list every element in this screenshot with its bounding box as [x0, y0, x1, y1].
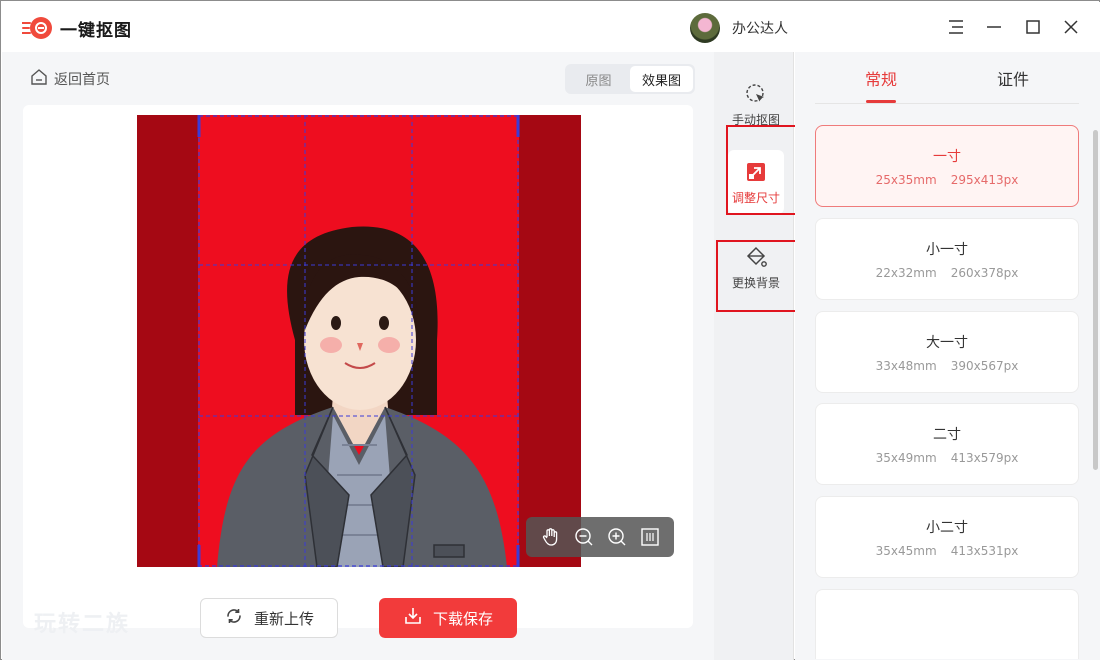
- hand-pan-icon[interactable]: [538, 524, 564, 550]
- size-px: 295x413px: [950, 172, 1019, 187]
- size-dims: 33x48mm 390x567px: [876, 359, 1019, 373]
- tab-regular[interactable]: 常规: [815, 52, 947, 103]
- size-dims: 35x49mm 413x579px: [876, 451, 1019, 465]
- size-panel: 常规 证件 一寸 25x35mm 295x413px 小一寸 22x32mm 2…: [795, 52, 1100, 660]
- menu-icon[interactable]: [945, 16, 967, 38]
- size-mm: 25x35mm: [875, 172, 937, 187]
- size-option[interactable]: 大一寸 33x48mm 390x567px: [815, 311, 1079, 393]
- size-name: 一寸: [933, 148, 961, 165]
- highlight-box: [716, 240, 799, 312]
- size-px: 390x567px: [950, 358, 1019, 373]
- maximize-icon[interactable]: [1022, 16, 1044, 38]
- tab-result[interactable]: 效果图: [630, 66, 693, 92]
- zoom-out-icon[interactable]: [571, 524, 597, 550]
- size-option[interactable]: 二寸 35x49mm 413x579px: [815, 403, 1079, 485]
- minimize-icon[interactable]: [983, 16, 1005, 38]
- download-button[interactable]: 下载保存: [379, 598, 517, 638]
- view-toggle: 原图 效果图: [565, 64, 695, 94]
- tab-certificate[interactable]: 证件: [947, 52, 1079, 103]
- title-bar: 一键抠图 办公达人: [2, 2, 1100, 52]
- action-bar: 重新上传 下载保存: [2, 598, 714, 640]
- size-mm: 35x45mm: [875, 543, 937, 558]
- size-dims: 35x45mm 413x531px: [876, 544, 1019, 558]
- size-mm: 35x49mm: [875, 450, 937, 465]
- avatar[interactable]: [690, 13, 720, 43]
- size-px: 260x378px: [950, 265, 1019, 280]
- size-tabs: 常规 证件: [815, 52, 1079, 104]
- close-icon[interactable]: [1060, 16, 1082, 38]
- size-name: 小一寸: [926, 241, 968, 258]
- size-mm: 33x48mm: [875, 358, 937, 373]
- download-icon: [403, 606, 423, 630]
- size-name: 小二寸: [926, 519, 968, 536]
- reupload-button[interactable]: 重新上传: [200, 598, 338, 638]
- cursor-select-icon: [743, 81, 769, 107]
- fit-screen-icon[interactable]: [637, 524, 663, 550]
- size-option[interactable]: 一寸 25x35mm 295x413px: [815, 125, 1079, 207]
- app-logo: 一键抠图: [21, 15, 132, 41]
- size-option[interactable]: [815, 589, 1079, 659]
- home-icon: [30, 69, 48, 89]
- size-option[interactable]: 小二寸 35x45mm 413x531px: [815, 496, 1079, 578]
- size-name: 二寸: [933, 426, 961, 443]
- size-px: 413x531px: [950, 543, 1019, 558]
- crop-grid: [197, 115, 520, 567]
- user-name[interactable]: 办公达人: [732, 18, 788, 38]
- tool-sidebar: 手动抠图 调整尺寸 更换背景: [714, 52, 799, 660]
- size-dims: 25x35mm 295x413px: [876, 173, 1019, 187]
- preview-canvas: [23, 105, 693, 628]
- logo-icon: [21, 15, 54, 41]
- editor-area: 返回首页 原图 效果图 玩转二族 重新上传 下载保存: [2, 52, 714, 660]
- download-label[interactable]: 下载保存: [433, 608, 493, 629]
- size-option[interactable]: 小一寸 22x32mm 260x378px: [815, 218, 1079, 300]
- zoom-in-icon[interactable]: [604, 524, 630, 550]
- highlight-box: [726, 125, 799, 215]
- id-photo-preview: [137, 115, 581, 567]
- size-name: 大一寸: [926, 334, 968, 351]
- app-title: 一键抠图: [60, 20, 132, 41]
- app-window: 一键抠图 办公达人 返回首页 原图 效果图 玩转二族 重新上传 下载保存 手动抠…: [0, 0, 1100, 660]
- user-profile[interactable]: 办公达人: [690, 13, 788, 43]
- scrollbar[interactable]: [1093, 130, 1098, 470]
- zoom-toolbar: [526, 517, 674, 557]
- reupload-label[interactable]: 重新上传: [254, 608, 314, 629]
- size-dims: 22x32mm 260x378px: [876, 266, 1019, 280]
- back-home-label[interactable]: 返回首页: [54, 69, 110, 89]
- back-home-link[interactable]: 返回首页: [30, 69, 110, 89]
- refresh-icon: [224, 606, 244, 630]
- tab-original[interactable]: 原图: [567, 66, 630, 92]
- size-mm: 22x32mm: [875, 265, 937, 280]
- size-px: 413x579px: [950, 450, 1019, 465]
